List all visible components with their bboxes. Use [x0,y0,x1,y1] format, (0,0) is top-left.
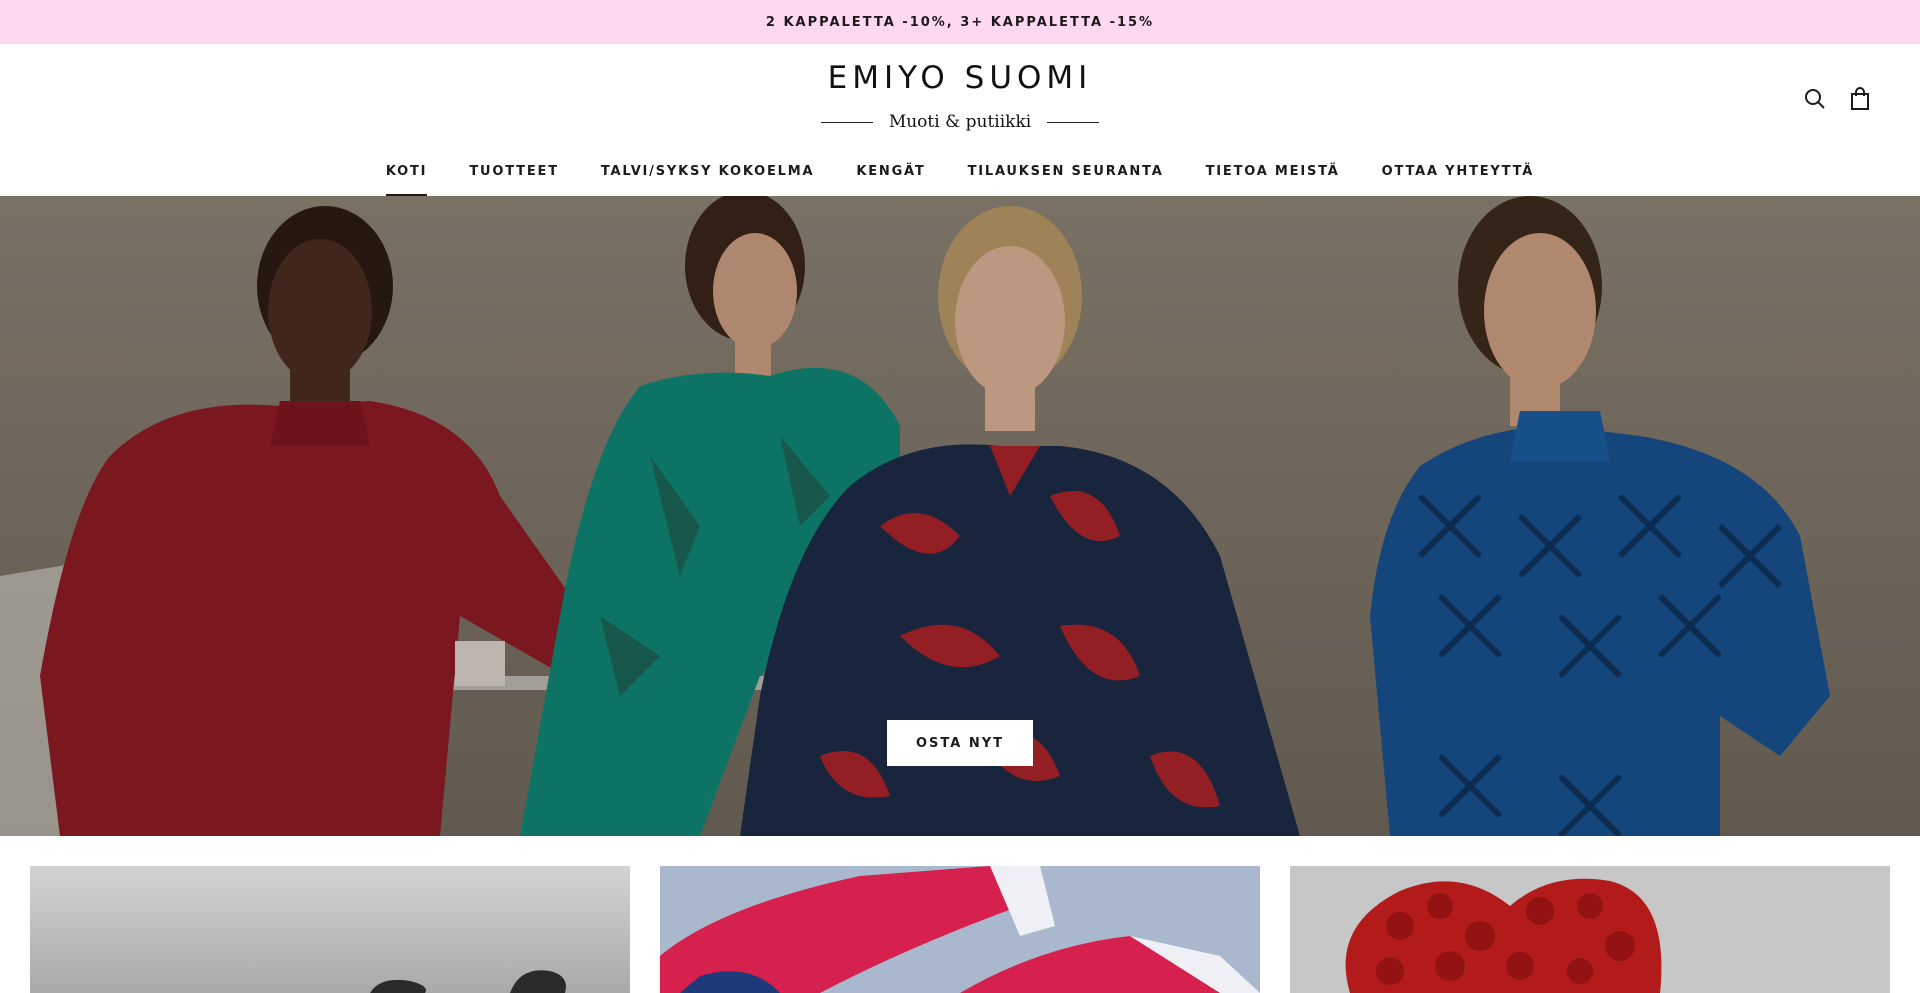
collection-card-rose-heart[interactable] [1290,866,1890,993]
brand-tagline: Muoti & putiikki [888,112,1032,132]
nav-item-tuotteet[interactable]: TUOTTEET [469,152,559,196]
brand-name: EMIYO SUOMI [827,60,1093,96]
shopping-bag-icon [1851,87,1869,110]
nav-item-talvi-syksy-kokoelma[interactable]: TALVI/SYKSY KOKOELMA [601,152,814,196]
tagline-divider-left [820,121,873,123]
collection-card-shoes[interactable] [30,866,630,993]
site-header: EMIYO SUOMI Muoti & putiikki KOTI TUOTTE… [0,44,1920,196]
brand-logo[interactable]: EMIYO SUOMI Muoti & putiikki [820,60,1100,132]
hero-banner: OSTA NYT [0,196,1920,836]
collection-card-sneakers[interactable] [660,866,1260,993]
tagline-divider-right [1047,121,1100,123]
announcement-bar: 2 KAPPALETTA -10%, 3+ KAPPALETTA -15% [0,0,1920,44]
collection-image-sneakers [660,866,1260,993]
nav-item-ottaa-yhteytta[interactable]: OTTAA YHTEYTTÄ [1382,152,1534,196]
search-button[interactable] [1800,84,1830,114]
brand-tagline-row: Muoti & putiikki [820,112,1100,132]
collection-grid [0,866,1920,993]
main-navigation: KOTI TUOTTEET TALVI/SYKSY KOKOELMA KENGÄ… [0,152,1920,196]
collection-image-rose-heart [1290,866,1890,993]
nav-item-kengat[interactable]: KENGÄT [856,152,925,196]
nav-item-koti[interactable]: KOTI [385,152,428,196]
cart-button[interactable] [1845,84,1875,114]
collection-image-shoes [30,866,630,993]
nav-item-tilauksen-seuranta[interactable]: TILAUKSEN SEURANTA [968,152,1164,196]
nav-item-tietoa-meista[interactable]: TIETOA MEISTÄ [1206,152,1340,196]
shop-now-button[interactable]: OSTA NYT [887,720,1033,766]
announcement-text: 2 KAPPALETTA -10%, 3+ KAPPALETTA -15% [765,14,1155,30]
search-icon [1805,89,1825,109]
